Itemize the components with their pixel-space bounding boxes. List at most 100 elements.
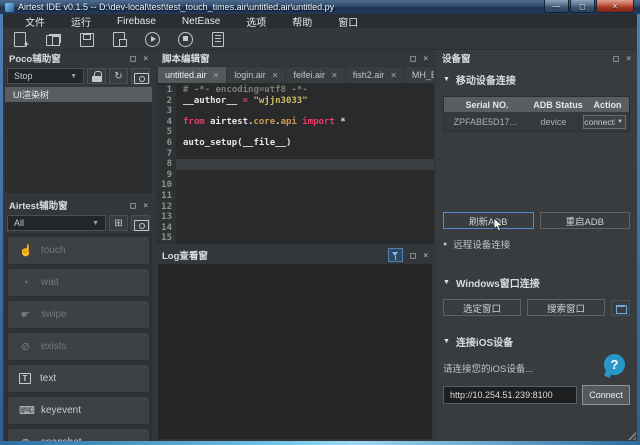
code-token: core xyxy=(253,116,276,127)
maximize-button[interactable]: ◻ xyxy=(570,0,595,13)
collapse-triangle-icon: ▼ xyxy=(443,338,450,345)
poco-refresh-button[interactable]: ↻ xyxy=(109,68,128,84)
line-number-gutter: 12 34 56 78 9 10 11 12 13 14 15 xyxy=(156,85,176,244)
menu-window[interactable]: 窗口 xyxy=(325,14,371,29)
view-report-icon[interactable] xyxy=(210,31,226,47)
tab-feifei-air[interactable]: feifei.air ✕ xyxy=(286,67,345,83)
airtest-filter-select[interactable]: All ▼ xyxy=(7,215,106,231)
tab-close-icon[interactable]: ✕ xyxy=(272,71,279,80)
tab-fish2-air[interactable]: fish2.air ✕ xyxy=(345,67,404,83)
code-token: airtest. xyxy=(210,116,254,127)
chevron-down-icon: ▼ xyxy=(70,72,77,80)
ios-url-input[interactable] xyxy=(443,386,577,404)
menu-file[interactable]: 文件 xyxy=(12,14,58,29)
poco-lock-button[interactable] xyxy=(87,68,106,84)
script-editor-panel: 脚本编辑窗 ◻ × untitled.air ✕ login.air ✕ feife… xyxy=(156,50,434,244)
device-adb-status: device xyxy=(540,116,567,127)
toolbar xyxy=(0,28,640,50)
list-item-text[interactable]: Ttext xyxy=(8,365,149,392)
window-embed-icon[interactable] xyxy=(611,299,630,316)
keyboard-icon: ⌨ xyxy=(19,405,35,417)
device-panel-title: 设备窗 xyxy=(442,54,471,65)
mouse-cursor xyxy=(493,217,504,232)
code-line: from airtest.core.api import * xyxy=(176,117,434,128)
log-close-icon[interactable]: × xyxy=(423,251,428,260)
editor-float-icon[interactable]: ◻ xyxy=(410,54,417,63)
section-ios-connect[interactable]: ▼ 连接iOS设备 xyxy=(443,334,630,349)
save-icon[interactable] xyxy=(78,31,94,47)
restart-adb-button[interactable]: 重启ADB xyxy=(539,212,630,229)
log-output-area[interactable] xyxy=(158,264,432,439)
stop-script-icon[interactable] xyxy=(177,31,193,47)
code-token: from xyxy=(183,116,211,127)
insert-icon: ⊞ xyxy=(114,217,123,229)
list-item-keyevent[interactable]: ⌨ keyevent xyxy=(8,397,149,424)
run-script-icon[interactable] xyxy=(144,31,160,47)
window-border-left xyxy=(0,14,3,445)
device-serial: ZPFABE5D17... xyxy=(453,116,518,127)
tab-login-air[interactable]: login.air ✕ xyxy=(227,67,286,83)
list-item-touch[interactable]: ☝ touch xyxy=(8,237,149,264)
airtest-insert-button[interactable]: ⊞ xyxy=(109,215,128,231)
menu-options[interactable]: 选项 xyxy=(233,14,279,29)
log-float-icon[interactable]: ◻ xyxy=(410,251,417,260)
device-close-icon[interactable]: × xyxy=(626,54,631,63)
airtest-snapshot-button[interactable] xyxy=(131,215,150,231)
poco-snapshot-button[interactable] xyxy=(131,68,150,84)
code-lines: # -*- encoding=utf8 -*- __author__ = "wj… xyxy=(176,85,434,244)
minimize-button[interactable]: — xyxy=(544,0,569,13)
ios-connect-button[interactable]: Connect xyxy=(582,385,630,405)
title-bar[interactable]: Airtest IDE v0.1.5 -- D:\dev-local\test\… xyxy=(0,0,640,14)
section-windows-connect[interactable]: ▼ Windows窗口连接 xyxy=(443,275,630,290)
connect-dropdown[interactable]: connect ▼ xyxy=(583,114,626,129)
code-token: __author__ xyxy=(183,95,243,106)
menu-netease[interactable]: NetEase xyxy=(169,16,233,27)
device-float-icon[interactable]: ◻ xyxy=(613,54,620,63)
section-remote-device[interactable]: ● 远程设备连接 xyxy=(443,237,630,251)
open-script-icon[interactable] xyxy=(45,31,61,47)
menu-help[interactable]: 帮助 xyxy=(279,14,325,29)
menu-firebase[interactable]: Firebase xyxy=(104,16,169,27)
airtest-ide-window: Airtest IDE v0.1.5 -- D:\dev-local\test\… xyxy=(0,0,640,445)
tab-mh-basictest-air[interactable]: MH_BasicTest.air✕ xyxy=(404,67,434,83)
list-item-snapshot[interactable]: ◉snapshot xyxy=(8,429,149,441)
refresh-adb-button[interactable]: 刷新ADB xyxy=(443,212,534,232)
tab-close-icon[interactable]: ✕ xyxy=(331,71,338,80)
tab-close-icon[interactable]: ✕ xyxy=(390,71,397,80)
ui-tree-tab[interactable]: UI渲染树 xyxy=(5,87,152,102)
code-line: # -*- encoding=utf8 -*- xyxy=(176,85,434,96)
ios-hint-text: 请连接您的iOS设备... xyxy=(443,364,534,375)
tab-untitled-air[interactable]: untitled.air ✕ xyxy=(158,67,227,83)
poco-panel: Poco辅助窗 ◻ × Stop ▼ ↻ UI渲染树 xyxy=(3,50,154,195)
editor-close-icon[interactable]: × xyxy=(423,54,428,63)
save-as-icon[interactable] xyxy=(111,31,127,47)
refresh-icon: ↻ xyxy=(114,70,123,82)
collapse-triangle-icon: ▼ xyxy=(443,279,450,286)
col-adb-status: ADB Status xyxy=(533,99,583,110)
airtest-close-icon[interactable]: × xyxy=(143,201,148,210)
airtest-float-icon[interactable]: ◻ xyxy=(130,201,137,210)
menu-run[interactable]: 运行 xyxy=(58,14,104,29)
list-item-swipe[interactable]: ☛ swipe xyxy=(8,301,149,328)
ui-tree-view[interactable] xyxy=(5,102,152,193)
list-item-wait[interactable]: ◔ wait xyxy=(8,269,149,296)
menu-bar: 文件 运行 Firebase NetEase 选项 帮助 窗口 xyxy=(0,14,640,29)
editor-panel-title: 脚本编辑窗 xyxy=(162,54,210,65)
tab-close-icon[interactable]: ✕ xyxy=(213,71,220,80)
poco-panel-title: Poco辅助窗 xyxy=(9,54,61,65)
poco-float-icon[interactable]: ◻ xyxy=(130,54,137,63)
select-window-button[interactable]: 选定窗口 xyxy=(443,299,521,316)
search-window-button[interactable]: 搜索窗口 xyxy=(527,299,605,316)
log-filter-icon[interactable] xyxy=(387,248,403,262)
poco-mode-select[interactable]: Stop ▼ xyxy=(7,68,84,84)
code-token: "wjjn3033" xyxy=(253,95,308,106)
list-item-exists[interactable]: ⊘ exists xyxy=(8,333,149,360)
code-editor[interactable]: 12 34 56 78 9 10 11 12 13 14 15 # -*- encod… xyxy=(156,83,434,244)
help-icon[interactable]: ? xyxy=(604,354,625,375)
section-mobile-device[interactable]: ▼ 移动设备连接 xyxy=(443,72,630,87)
poco-close-icon[interactable]: × xyxy=(143,54,148,63)
close-button[interactable]: × xyxy=(596,0,634,13)
code-token: # -*- encoding=utf8 -*- xyxy=(183,85,308,95)
new-script-icon[interactable] xyxy=(12,31,29,49)
airtest-panel: Airtest辅助窗 ◻ × All ▼ ⊞ ☝ touch ◔ wait ☛ … xyxy=(3,197,154,441)
